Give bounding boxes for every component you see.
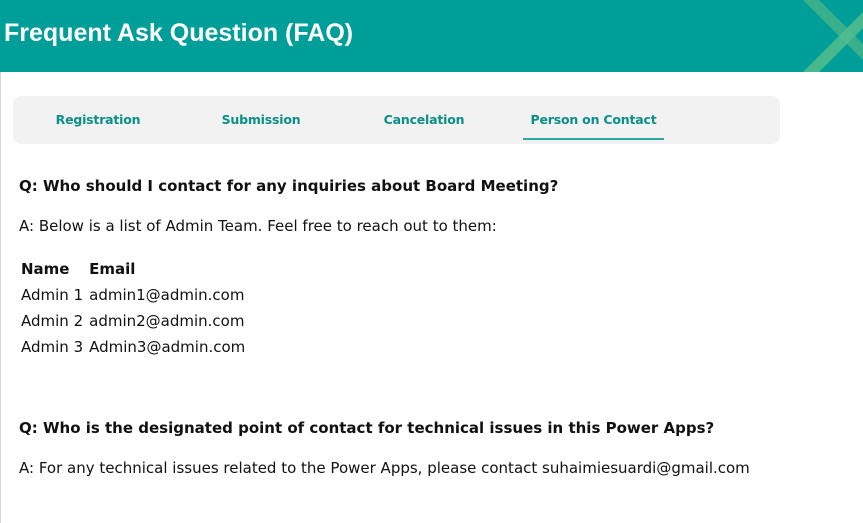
tab-submission[interactable]: Submission <box>180 96 342 144</box>
admin-email-cell: admin1@admin.com <box>89 286 245 304</box>
tab-cancelation[interactable]: Cancelation <box>343 96 505 144</box>
column-header-name: Name <box>21 260 70 278</box>
table-row: Admin 1 admin1@admin.com <box>19 282 249 308</box>
table-row: Admin 3 Admin3@admin.com <box>19 334 249 360</box>
column-header-email: Email <box>89 260 136 278</box>
faq-question-1: Q: Who should I contact for any inquirie… <box>19 177 559 195</box>
faq-answer-2: A: For any technical issues related to t… <box>19 459 750 477</box>
faq-answer-1: A: Below is a list of Admin Team. Feel f… <box>19 217 497 235</box>
admin-name-cell: Admin 2 <box>21 312 84 330</box>
table-header-row: Name Email <box>19 256 249 282</box>
page-title: Frequent Ask Question (FAQ) <box>4 19 354 47</box>
faq-question-2: Q: Who is the designated point of contac… <box>19 419 715 437</box>
faq-page: Frequent Ask Question (FAQ) Registration… <box>0 0 863 523</box>
admin-name-cell: Admin 3 <box>21 338 84 356</box>
app-header: Frequent Ask Question (FAQ) <box>0 0 863 72</box>
admin-email-cell: Admin3@admin.com <box>89 338 246 356</box>
faq-tab-bar: Registration Submission Cancelation Pers… <box>13 96 780 144</box>
admin-email-cell: admin2@admin.com <box>89 312 245 330</box>
header-decoration-graphic <box>803 0 863 72</box>
tab-registration[interactable]: Registration <box>17 96 179 144</box>
tab-person-on-contact[interactable]: Person on Contact <box>523 96 664 144</box>
admin-name-cell: Admin 1 <box>21 286 84 304</box>
left-border <box>0 72 1 523</box>
table-row: Admin 2 admin2@admin.com <box>19 308 249 334</box>
faq-content: Q: Who should I contact for any inquirie… <box>19 170 839 484</box>
admin-contact-table: Name Email Admin 1 admin1@admin.com Admi… <box>19 256 249 360</box>
